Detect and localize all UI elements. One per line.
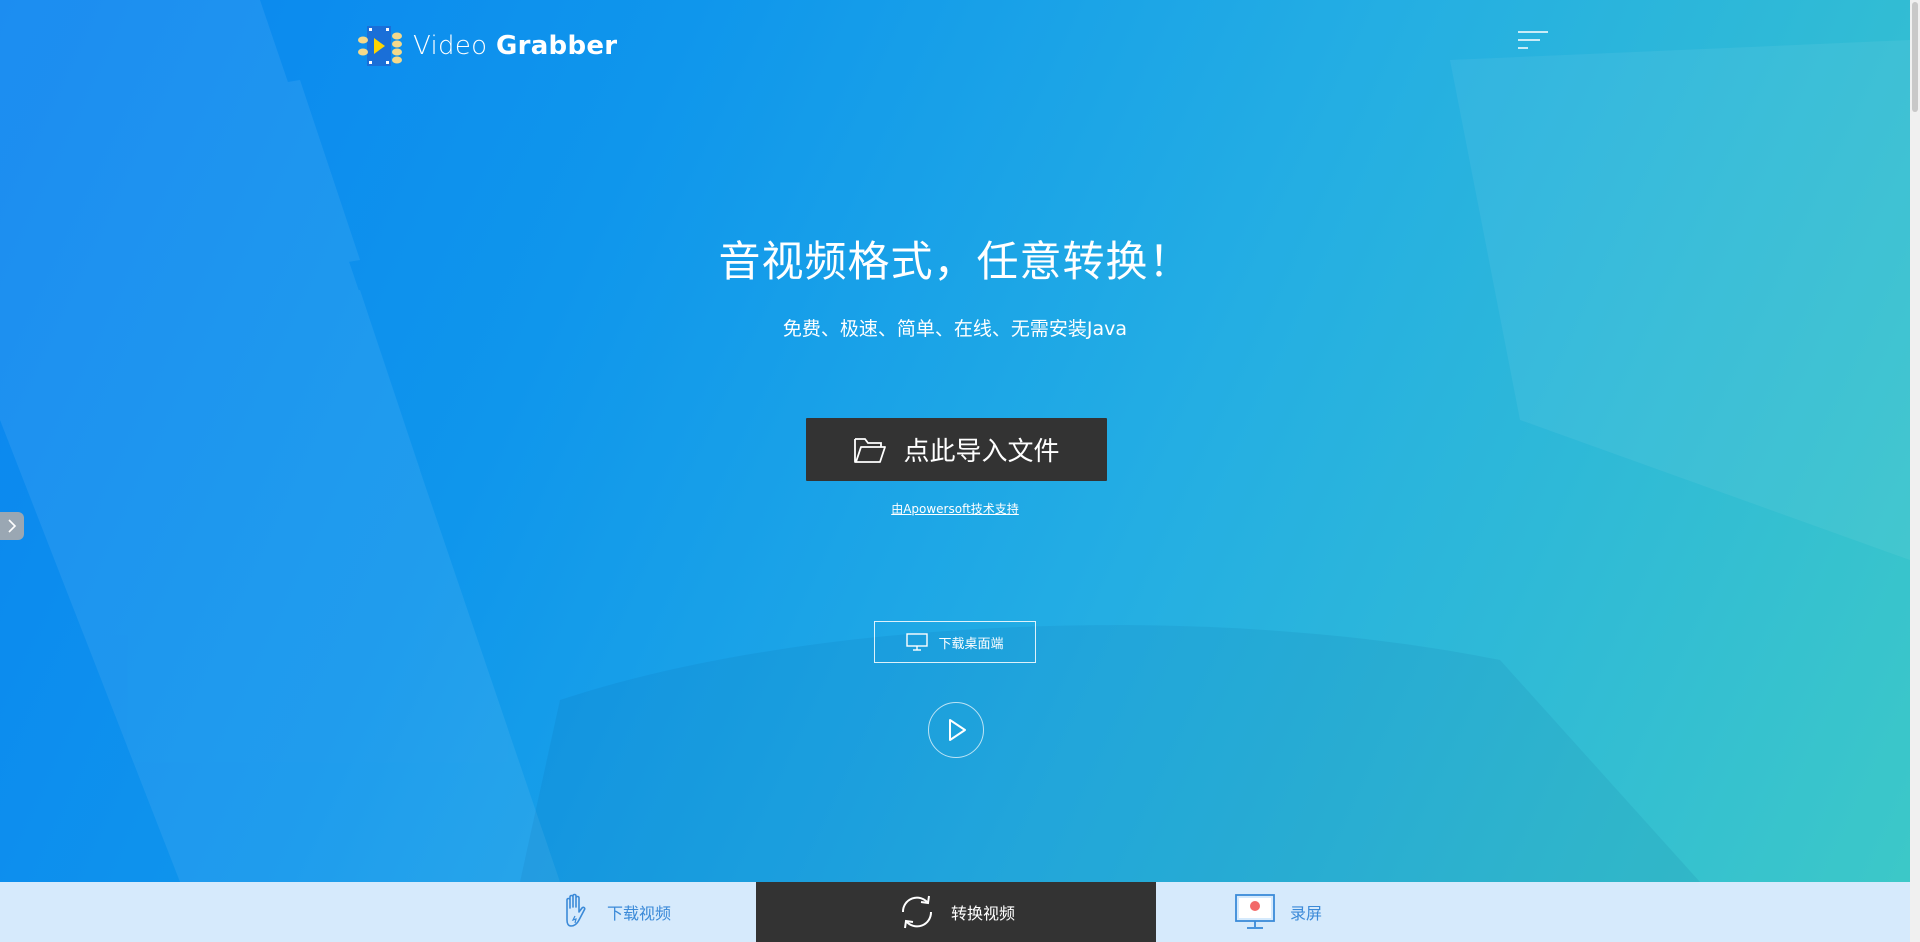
play-video-button[interactable] xyxy=(928,702,984,758)
import-file-label: 点此导入文件 xyxy=(903,437,1060,467)
import-file-button[interactable]: 点此导入文件 xyxy=(806,418,1107,481)
page-subheadline: 免费、极速、简单、在线、无需安装Java xyxy=(782,318,1128,340)
download-desktop-label: 下载桌面端 xyxy=(938,636,1004,652)
nav-screen-record[interactable]: 录屏 xyxy=(1234,882,1322,942)
page-headline: 音视频格式，任意转换！ xyxy=(718,237,1192,286)
download-desktop-button[interactable]: 下载桌面端 xyxy=(874,621,1036,663)
logo-icon xyxy=(358,26,402,66)
hand-icon xyxy=(566,893,586,927)
convert-arrows-icon xyxy=(901,895,932,929)
play-icon xyxy=(949,719,966,741)
nav-convert-video[interactable]: 转换视频 xyxy=(756,882,1156,942)
hero-section: Video Grabber 音视频格式，任意转换！ 免费、极速、简单、在线、无需… xyxy=(0,0,1910,882)
powered-by-link[interactable]: 由Apowersoft技术支持 xyxy=(0,500,1910,517)
brand-name: Video Grabber xyxy=(413,31,617,61)
scrollbar-thumb[interactable] xyxy=(1912,2,1918,112)
folder-open-icon xyxy=(854,437,887,463)
nav-convert-label: 转换视频 xyxy=(950,904,1015,923)
bottom-nav: 下载视频 转换视频 录屏 xyxy=(0,882,1910,942)
brand-name-bold: Grabber xyxy=(495,31,618,61)
nav-record-label: 录屏 xyxy=(1290,904,1323,923)
page-scrollbar[interactable] xyxy=(1910,0,1920,942)
nav-download-label: 下载视频 xyxy=(607,904,672,923)
nav-download-video[interactable]: 下载视频 xyxy=(561,882,671,942)
monitor-record-icon xyxy=(1235,894,1275,929)
brand-logo[interactable]: Video Grabber xyxy=(357,24,617,68)
menu-icon[interactable] xyxy=(1518,30,1548,52)
desktop-icon xyxy=(906,633,929,651)
brand-name-light: Video xyxy=(413,31,488,61)
chevron-right-icon xyxy=(8,519,17,533)
